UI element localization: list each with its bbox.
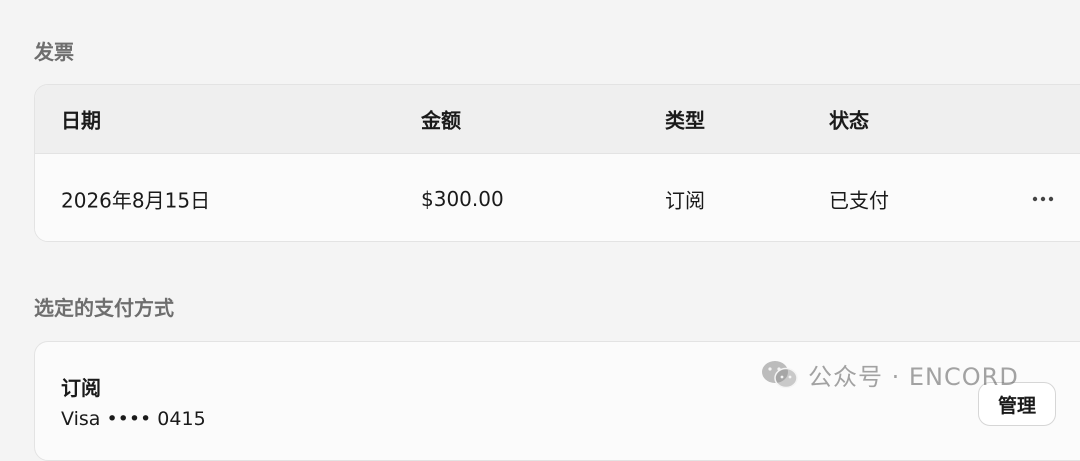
invoice-table: 日期 金额 类型 状态 2026年8月15日 $300.00 订阅 已支付 <box>34 84 1080 242</box>
invoice-amount: $300.00 <box>421 186 504 211</box>
watermark-text: 公众号 · ENCORD <box>808 363 1019 391</box>
column-header-date[interactable]: 日期 <box>61 105 101 134</box>
more-horizontal-icon <box>1032 196 1054 201</box>
column-header-status[interactable]: 状态 <box>829 105 869 134</box>
invoices-section-title: 发票 <box>34 40 74 64</box>
invoice-date: 2026年8月15日 <box>61 188 211 212</box>
column-header-amount[interactable]: 金额 <box>421 105 461 134</box>
invoice-status: 已支付 <box>829 188 889 212</box>
payment-method-detail: Visa •••• 0415 <box>61 408 206 430</box>
table-row[interactable]: 2026年8月15日 $300.00 订阅 已支付 <box>35 154 1080 241</box>
invoice-type: 订阅 <box>665 188 705 212</box>
watermark: 公众号 · ENCORD <box>760 357 1019 392</box>
payment-method-name: 订阅 <box>61 376 101 400</box>
wechat-icon <box>762 360 798 388</box>
column-header-type[interactable]: 类型 <box>665 105 705 134</box>
table-header: 日期 金额 类型 状态 <box>35 85 1080 154</box>
more-actions-button[interactable] <box>1025 185 1061 213</box>
payment-method-section-title: 选定的支付方式 <box>34 296 174 320</box>
